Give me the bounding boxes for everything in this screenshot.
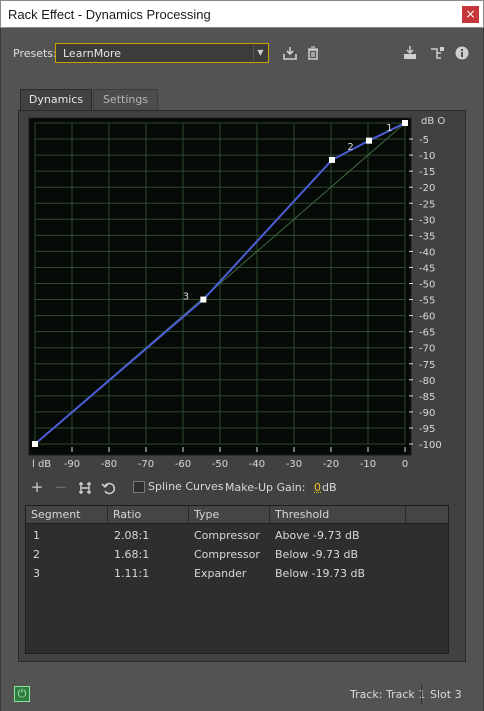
presets-label: Presets: [13,47,57,60]
chevron-down-icon: ▼ [253,45,267,61]
header-type[interactable]: Type [189,506,270,524]
y-tick-label: -15 [419,167,435,178]
header-threshold[interactable]: Threshold [270,506,406,524]
y-tick-label: -40 [419,247,435,258]
curve-point [328,156,335,163]
makeup-gain-label: Make-Up Gain: [225,481,306,494]
curve-point [365,137,372,144]
power-icon[interactable]: ⏻ [14,686,30,702]
cell-type: Compressor [194,548,260,561]
x-tick-label: -60 [175,459,191,470]
y-tick-label: -25 [419,199,435,210]
save-preset-icon[interactable] [282,45,298,61]
y-tick-label: -85 [419,392,435,403]
y-tick-label: -95 [419,424,435,435]
reset-icon[interactable] [101,480,117,496]
status-track: Track: Track 1 [350,688,426,701]
cell-type: Expander [194,567,247,580]
y-tick-label: -30 [419,215,435,226]
header-ratio[interactable]: Ratio [108,506,189,524]
window-title: Rack Effect - Dynamics Processing [8,7,211,22]
cell-threshold: Below -9.73 dB [275,548,359,561]
curve-point [200,296,207,303]
close-button[interactable]: × [462,6,479,23]
x-tick-label: -80 [101,459,117,470]
delete-preset-icon[interactable] [305,45,321,61]
presets-dropdown[interactable]: LearnMore ▼ [55,43,269,63]
y-tick-label: -80 [419,376,435,387]
x-tick-label: -40 [249,459,265,470]
segment-label: 1 [386,123,392,134]
y-tick-label: -70 [419,344,435,355]
table-row[interactable]: 3 1.11:1 Expander Below -19.73 dB [26,564,448,583]
cell-segment: 2 [33,548,40,561]
x-tick-label: -70 [138,459,154,470]
x-tick-label: -90 [64,459,80,470]
dynamics-graph[interactable]: 123 -5-10-15-20-25-30-35-40-45-50-55-60-… [25,117,450,472]
invert-icon[interactable] [77,480,93,496]
y-tick-label: -50 [419,280,435,291]
segments-table: Segment Ratio Type Threshold 1 2.08:1 Co… [25,505,449,654]
status-divider [421,684,422,704]
cell-threshold: Above -9.73 dB [275,529,360,542]
x-tick-label: -10 [360,459,376,470]
y-tick-label: -20 [419,183,435,194]
y-axis-ticks: -5 -10 -15 -20 -25 -30 -35 -40 -45 -50 -55 -60 -65 -7… [409,135,442,451]
y-tick-label: -75 [419,360,435,371]
y-tick-label: -55 [419,296,435,307]
makeup-gain-unit: dB [322,481,337,494]
tab-dynamics[interactable]: Dynamics [20,89,92,110]
x-tick-label: -20 [323,459,339,470]
y-axis-label: dB O [421,117,445,127]
cell-ratio: 2.08:1 [114,529,150,542]
segment-label: 3 [183,291,189,302]
title-bar: Rack Effect - Dynamics Processing × [0,0,484,28]
cell-type: Compressor [194,529,260,542]
segment-label: 2 [347,142,353,153]
table-row[interactable]: 1 2.08:1 Compressor Above -9.73 dB [26,526,448,545]
y-tick-label: -65 [419,328,435,339]
x-tick-label: 0 [402,459,408,470]
cell-threshold: Below -19.73 dB [275,567,366,580]
makeup-gain-value[interactable]: 0 [314,481,321,494]
y-tick-label: -90 [419,408,435,419]
y-tick-label: -45 [419,263,435,274]
table-header: Segment Ratio Type Threshold [26,506,448,524]
y-tick-label: -60 [419,312,435,323]
presets-selected-value: LearnMore [63,47,122,60]
spline-curves-label: Spline Curves [148,480,224,493]
spline-curves-checkbox[interactable] [133,481,145,493]
curve-point [32,441,38,447]
insert-icon[interactable] [402,45,418,61]
y-tick-label: -100 [419,440,442,451]
add-point-icon[interactable]: + [29,480,45,496]
tab-settings[interactable]: Settings [93,89,158,110]
routing-icon[interactable] [429,45,445,61]
y-tick-label: -5 [419,135,429,146]
x-axis-first-label: l dB [32,459,51,470]
cell-ratio: 1.68:1 [114,548,150,561]
cell-segment: 3 [33,567,40,580]
header-segment[interactable]: Segment [26,506,108,524]
x-tick-label: -50 [212,459,228,470]
y-tick-label: -35 [419,231,435,242]
info-icon[interactable] [454,45,470,61]
status-slot: Slot 3 [430,688,462,701]
remove-point-icon[interactable]: − [53,480,69,496]
table-row[interactable]: 2 1.68:1 Compressor Below -9.73 dB [26,545,448,564]
cell-segment: 1 [33,529,40,542]
curve-point [402,120,408,126]
cell-ratio: 1.11:1 [114,567,150,580]
x-tick-label: -30 [286,459,302,470]
y-tick-label: -10 [419,151,435,162]
